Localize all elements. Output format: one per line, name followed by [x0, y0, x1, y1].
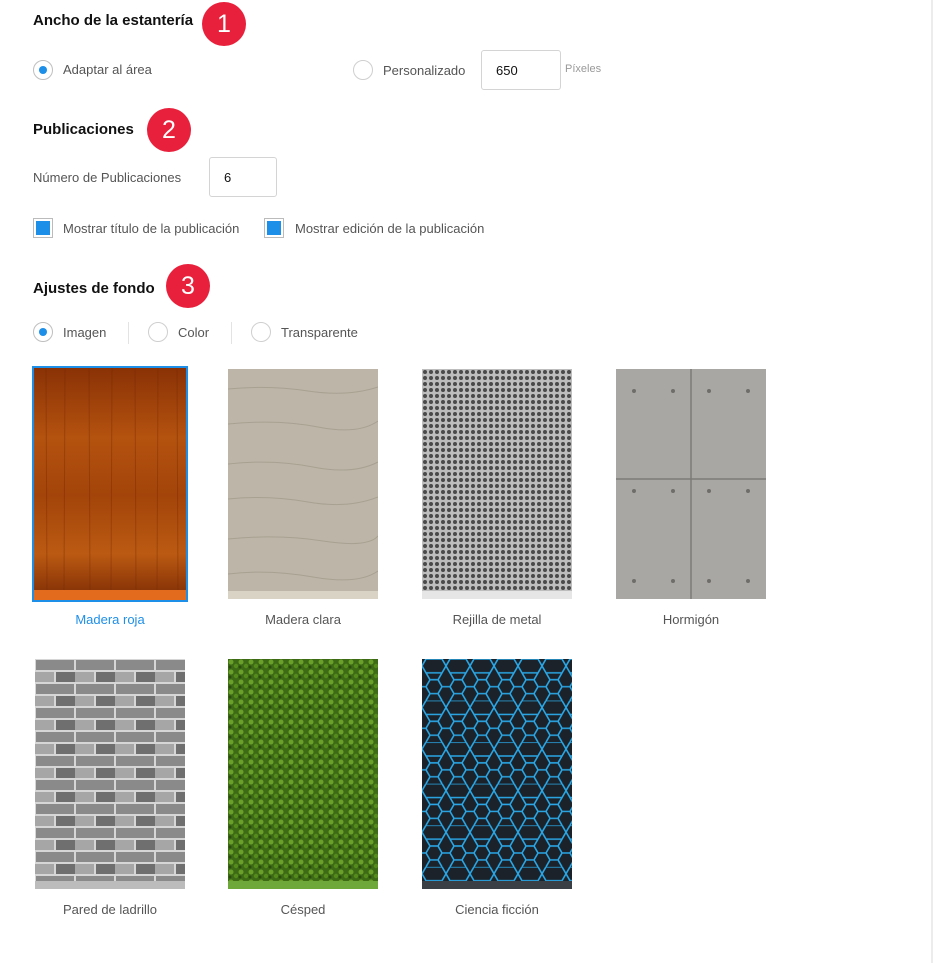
texture-metal-grid[interactable] — [422, 369, 574, 601]
light-wood-texture — [228, 369, 378, 599]
texture-label-red-wood: Madera roja — [75, 612, 145, 627]
custom-width-radio[interactable] — [353, 60, 373, 80]
metal-grid-texture — [422, 369, 572, 599]
pixels-unit-label: Píxeles — [565, 63, 602, 75]
grass-texture — [228, 659, 378, 889]
mode-divider — [231, 322, 232, 344]
bg-transparent-label: Transparente — [281, 325, 358, 340]
mode-divider — [128, 322, 129, 344]
texture-red-wood[interactable] — [32, 366, 188, 602]
bg-image-radio[interactable] — [33, 322, 53, 342]
background-settings-title: Ajustes de fondo — [33, 280, 155, 297]
show-edition-label: Mostrar edición de la publicación — [295, 221, 485, 236]
texture-label-metal-grid: Rejilla de metal — [452, 612, 542, 627]
show-title-label: Mostrar título de la publicación — [63, 221, 240, 236]
publication-count-label: Número de Publicaciones — [33, 170, 182, 185]
texture-label-brick-wall: Pared de ladrillo — [63, 902, 157, 917]
bg-color-label: Color — [178, 325, 210, 340]
step-badge-2: 2 — [147, 108, 191, 152]
concrete-texture — [616, 369, 766, 599]
texture-light-wood[interactable] — [228, 369, 380, 601]
custom-width-input[interactable]: 650 — [481, 50, 561, 90]
checkbox-fill — [267, 221, 281, 235]
bg-transparent-radio[interactable] — [251, 322, 271, 342]
texture-label-light-wood: Madera clara — [265, 612, 341, 627]
show-title-checkbox[interactable] — [33, 218, 53, 238]
checkbox-fill — [36, 221, 50, 235]
red-wood-texture — [34, 368, 186, 600]
texture-label-grass: Césped — [280, 902, 326, 917]
step-badge-1: 1 — [202, 2, 246, 46]
texture-brick-wall[interactable] — [35, 659, 187, 891]
show-edition-checkbox[interactable] — [264, 218, 284, 238]
bg-color-radio[interactable] — [148, 322, 168, 342]
step-badge-3: 3 — [166, 264, 210, 308]
radio-dot — [39, 66, 47, 74]
texture-label-concrete: Hormigón — [662, 612, 720, 627]
texture-label-sci-fi: Ciencia ficción — [455, 902, 539, 917]
custom-width-label: Personalizado — [383, 63, 466, 78]
publications-title: Publicaciones — [33, 121, 134, 138]
shelf-width-title: Ancho de la estantería — [33, 12, 194, 29]
texture-concrete[interactable] — [616, 369, 768, 601]
texture-grass[interactable] — [228, 659, 380, 891]
brick-wall-texture — [35, 659, 185, 889]
fit-area-radio[interactable] — [33, 60, 53, 80]
bg-image-label: Imagen — [63, 325, 107, 340]
texture-sci-fi[interactable] — [422, 659, 574, 891]
publication-count-input[interactable]: 6 — [209, 157, 277, 197]
fit-area-label: Adaptar al área — [63, 62, 152, 77]
radio-dot — [39, 328, 47, 336]
sci-fi-texture — [422, 659, 572, 889]
